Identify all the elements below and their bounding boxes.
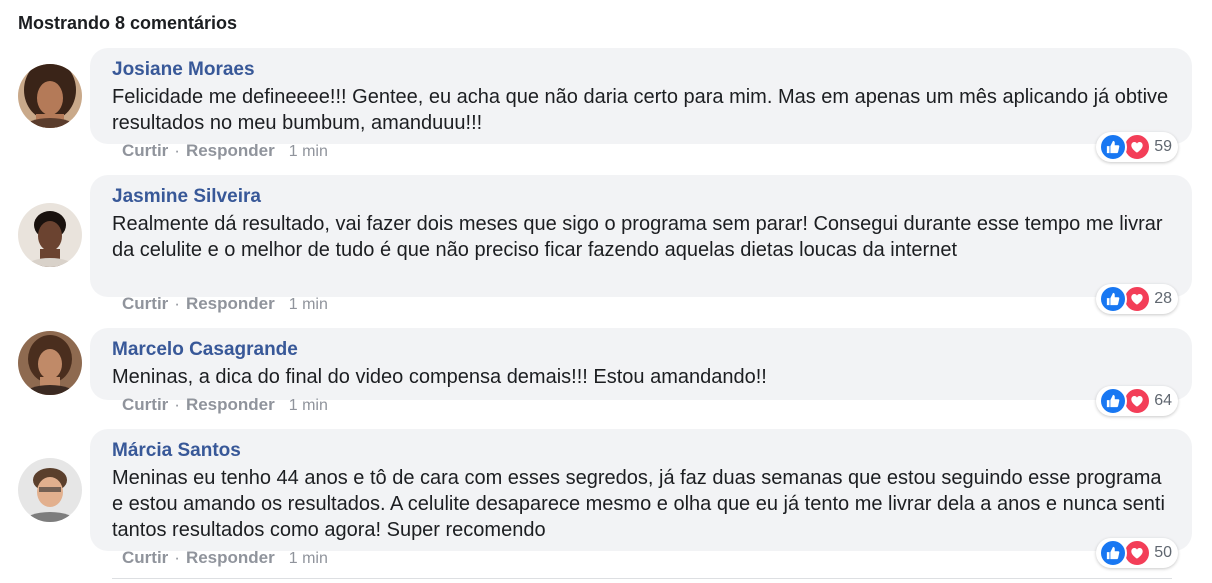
reaction-count: 28: [1154, 290, 1172, 307]
comment-time[interactable]: 1 min: [289, 550, 328, 567]
comment-text: Realmente dá resultado, vai fazer dois m…: [112, 213, 1163, 261]
avatar[interactable]: [18, 331, 82, 395]
like-button[interactable]: Curtir: [122, 548, 168, 567]
reply-button[interactable]: Responder: [186, 141, 275, 160]
reactions-summary[interactable]: 50: [1096, 538, 1178, 568]
comment-text: Felicidade me defineeee!!! Gentee, eu ac…: [112, 86, 1169, 134]
like-icon: [1099, 387, 1128, 415]
comment-actions: Curtir · Responder 1 min: [122, 294, 328, 314]
separator: ·: [174, 395, 180, 414]
comment-author[interactable]: Josiane Moraes: [112, 58, 255, 82]
avatar[interactable]: [18, 64, 82, 128]
avatar[interactable]: [18, 203, 82, 267]
avatar[interactable]: [18, 458, 82, 522]
reactions-summary[interactable]: 59: [1096, 132, 1178, 162]
like-button[interactable]: Curtir: [122, 294, 168, 313]
separator: ·: [174, 548, 180, 567]
reaction-count: 59: [1154, 138, 1172, 155]
comment-author[interactable]: Marcelo Casagrande: [112, 338, 298, 362]
comment-actions: Curtir · Responder 1 min: [122, 141, 328, 161]
comment-actions: Curtir · Responder 1 min: [122, 548, 328, 568]
like-icon: [1099, 133, 1128, 161]
reaction-count: 64: [1154, 392, 1172, 409]
reactions-summary[interactable]: 28: [1096, 284, 1178, 314]
heart-icon: [1123, 387, 1152, 415]
like-icon: [1099, 285, 1128, 313]
comment-author[interactable]: Márcia Santos: [112, 439, 241, 463]
divider: [112, 578, 1172, 579]
comment-time[interactable]: 1 min: [289, 397, 328, 414]
like-button[interactable]: Curtir: [122, 141, 168, 160]
comment-text: Meninas, a dica do final do video compen…: [112, 366, 767, 388]
heart-icon: [1123, 133, 1152, 161]
separator: ·: [174, 294, 180, 313]
reactions-summary[interactable]: 64: [1096, 386, 1178, 416]
comment-bubble: Marcelo Casagrande Meninas, a dica do fi…: [90, 328, 1192, 400]
like-button[interactable]: Curtir: [122, 395, 168, 414]
reply-button[interactable]: Responder: [186, 548, 275, 567]
reply-button[interactable]: Responder: [186, 395, 275, 414]
comments-count-title: Mostrando 8 comentários: [18, 13, 238, 33]
comment-bubble: Josiane Moraes Felicidade me defineeee!!…: [90, 48, 1192, 144]
comment-author[interactable]: Jasmine Silveira: [112, 185, 261, 209]
reply-button[interactable]: Responder: [186, 294, 275, 313]
comment-bubble: Jasmine Silveira Realmente dá resultado,…: [90, 175, 1192, 297]
heart-icon: [1123, 285, 1152, 313]
separator: ·: [174, 141, 180, 160]
like-icon: [1099, 539, 1128, 567]
heart-icon: [1123, 539, 1152, 567]
comment-time[interactable]: 1 min: [289, 143, 328, 160]
comment-text: Meninas eu tenho 44 anos e tô de cara co…: [112, 467, 1165, 541]
reaction-count: 50: [1154, 544, 1172, 561]
comment-time[interactable]: 1 min: [289, 296, 328, 313]
comment-bubble: Márcia Santos Meninas eu tenho 44 anos e…: [90, 429, 1192, 551]
comment-actions: Curtir · Responder 1 min: [122, 395, 328, 415]
